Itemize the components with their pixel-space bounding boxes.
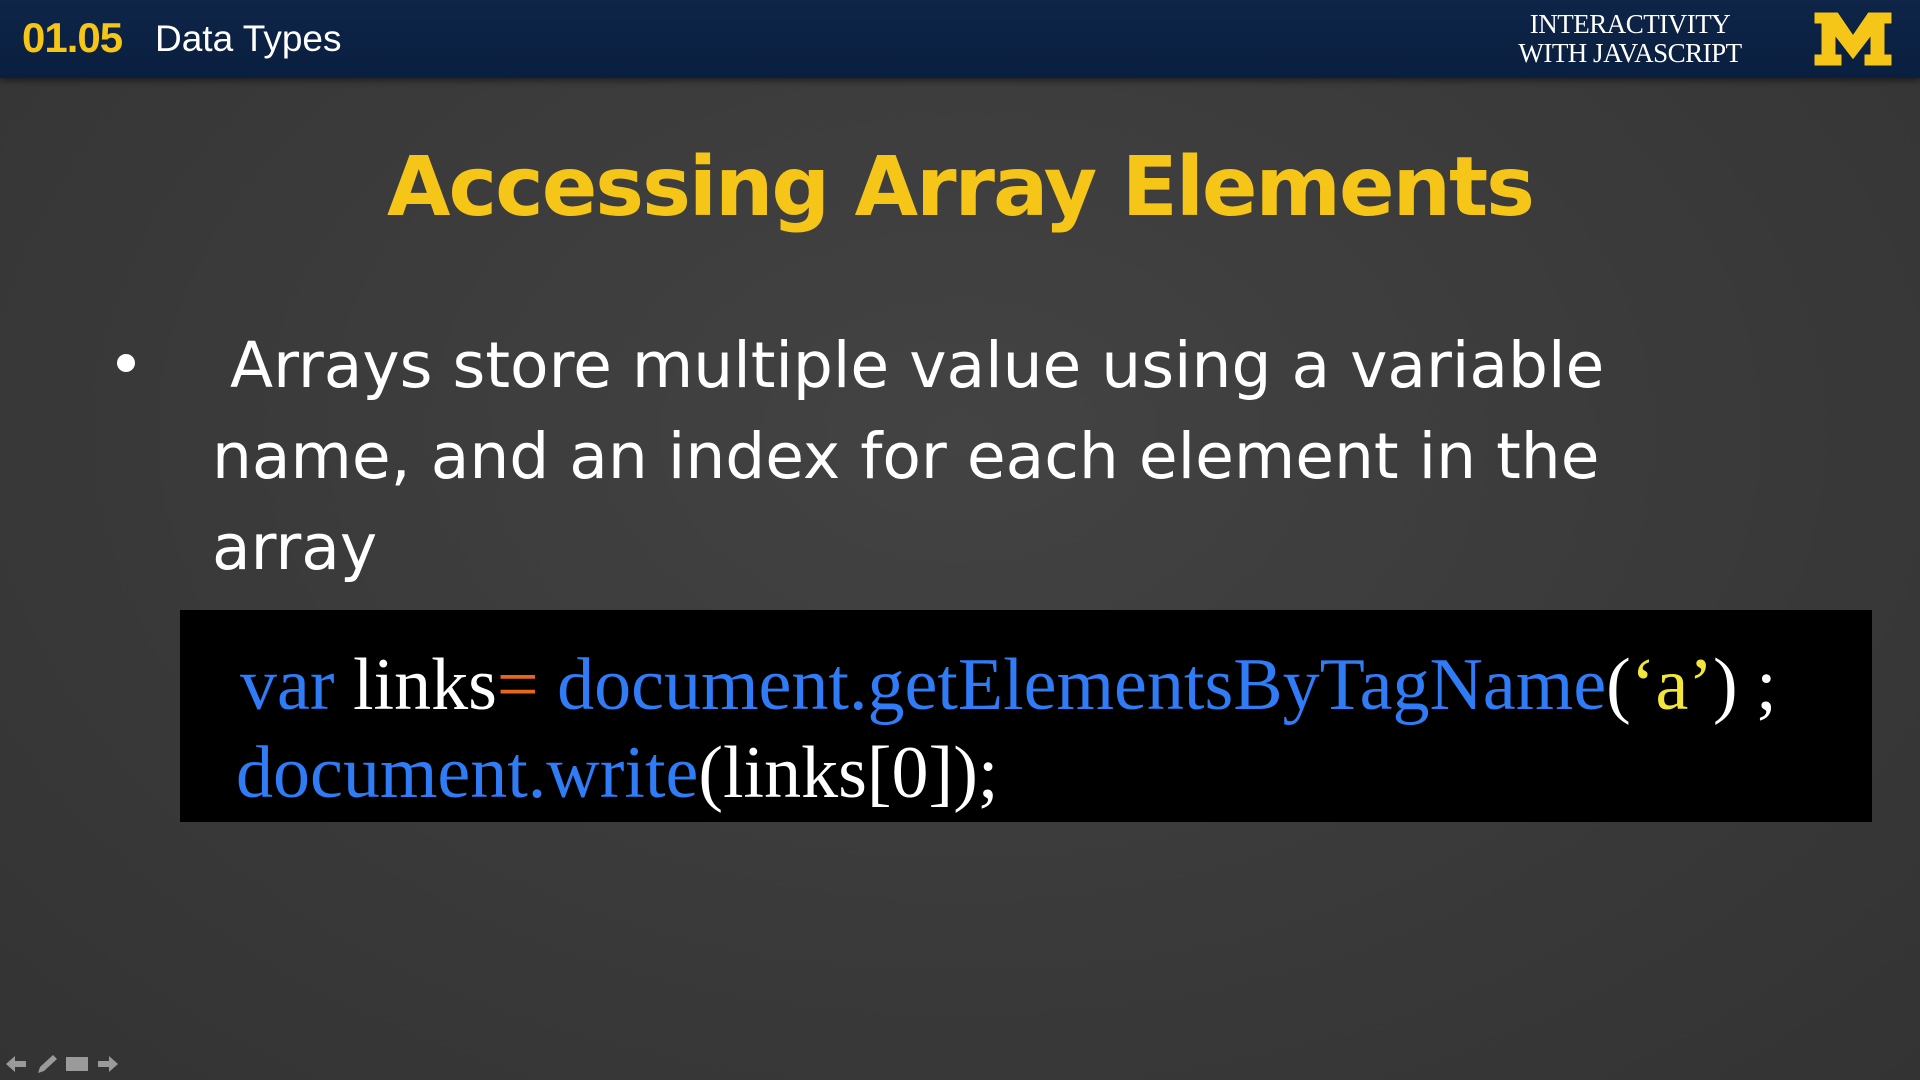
code-arguments: (links[0]); [698,732,999,814]
code-identifier: links [334,644,497,726]
code-paren-open: ( [1606,644,1631,726]
screen-icon[interactable] [64,1053,90,1075]
lesson-title: Data Types [155,18,342,59]
code-method-call-2: document.write [236,732,699,814]
code-method-call: document.getElementsByTagName [538,644,1607,726]
code-paren-close: ) ; [1712,644,1777,726]
code-block: var links= document.getElementsByTagName… [180,610,1872,822]
slide-navigation [4,1052,120,1076]
course-name-line1: INTERACTIVITY [1529,9,1731,39]
course-name: INTERACTIVITY WITH JAVASCRIPT [1495,10,1765,68]
code-operator: = [496,644,539,726]
code-string: ‘a’ [1630,644,1713,726]
pen-icon[interactable] [34,1053,60,1075]
bullet-line-1: Arrays store multiple value using a vari… [230,329,1605,402]
slide: 01.05 Data Types INTERACTIVITY WITH JAVA… [0,0,1920,1080]
bullet-point [117,354,135,372]
header-bar: 01.05 Data Types INTERACTIVITY WITH JAVA… [0,0,1920,78]
bullet-line-2: name, and an index for each element in t… [212,420,1600,493]
code-line-2: document.write(links[0]); [236,728,998,818]
university-m-logo-icon [1812,8,1894,70]
slide-title: Accessing Array Elements [387,140,1535,235]
code-keyword-var: var [240,644,335,726]
arrow-right-icon[interactable] [94,1053,120,1075]
arrow-left-icon[interactable] [4,1053,30,1075]
bullet-text: Arrays store multiple value using a vari… [212,320,1712,593]
code-line-1: var links= document.getElementsByTagName… [240,640,1777,730]
bullet-line-3: array [212,511,378,584]
course-name-line2: WITH JAVASCRIPT [1518,38,1742,68]
lesson-number: 01.05 [22,14,123,61]
